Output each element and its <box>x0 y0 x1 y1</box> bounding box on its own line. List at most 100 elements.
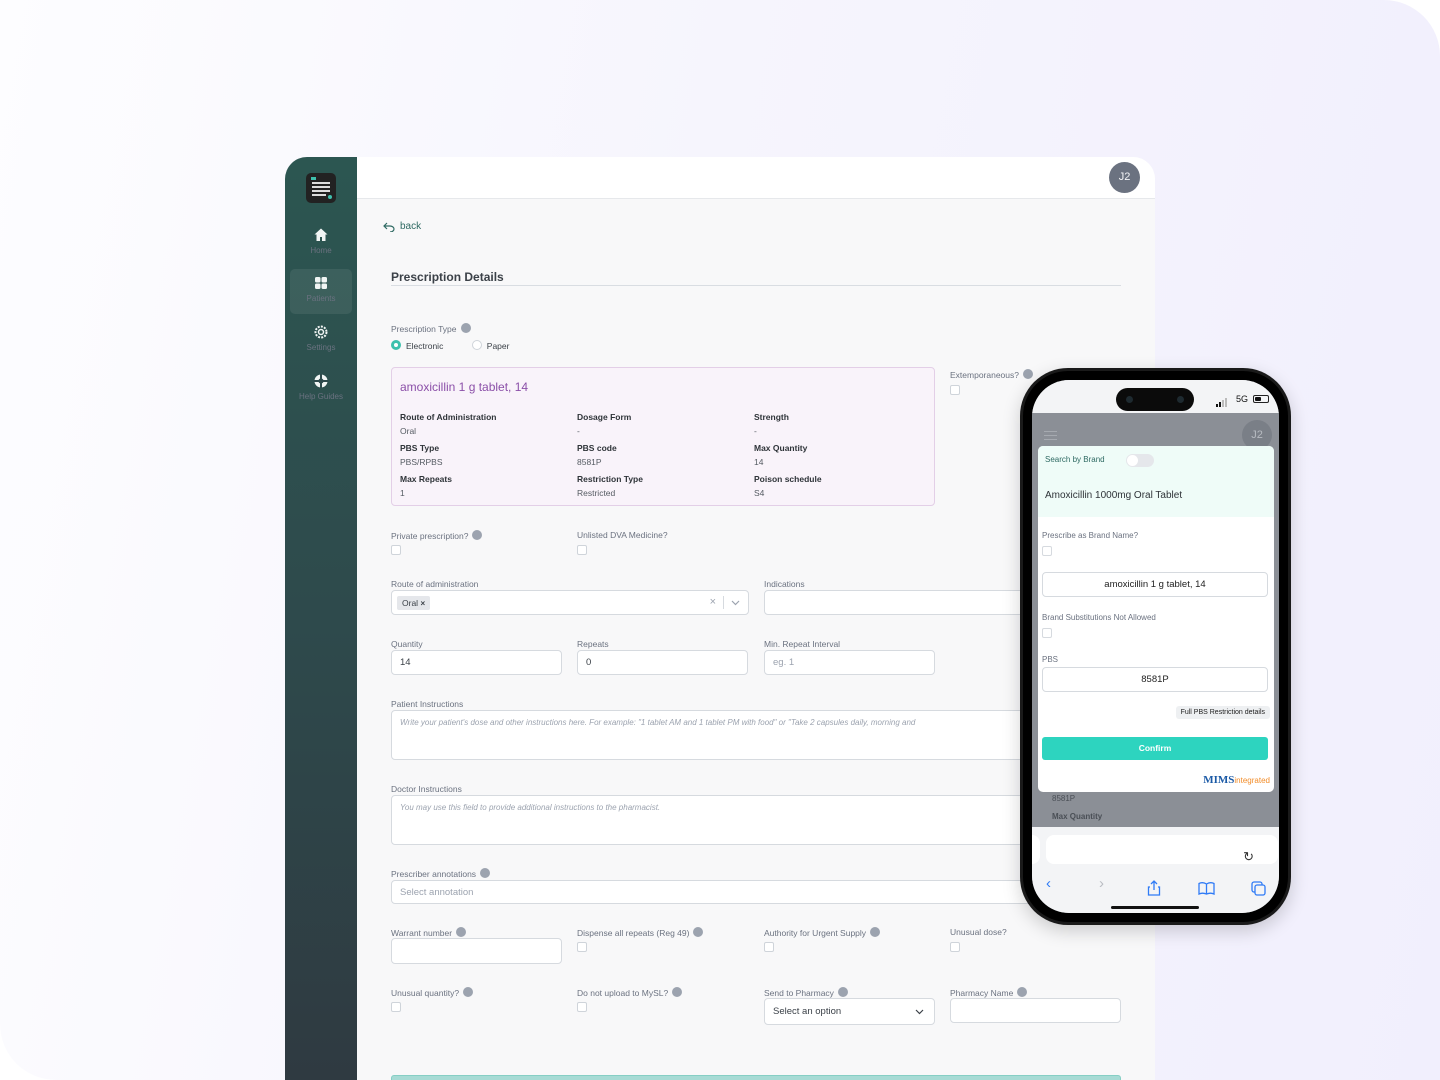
unlisted-dva-checkbox[interactable] <box>577 545 587 555</box>
radio-paper[interactable] <box>471 340 482 350</box>
address-bar[interactable]: ↻ <box>1046 835 1278 864</box>
info-icon[interactable] <box>693 927 704 937</box>
drug-field[interactable]: amoxicillin 1 g tablet, 14 <box>1042 572 1268 597</box>
extemporaneous-label: Extemporaneous? <box>950 369 1033 380</box>
sidebar-item-help-guides[interactable]: Help Guides <box>290 367 352 412</box>
grid-icon <box>315 277 327 289</box>
clear-icon[interactable]: × <box>710 596 716 608</box>
unusual-dose-label: Unusual dose? <box>950 927 1007 937</box>
detail-restriction-type: Restriction Type Restricted <box>577 474 643 498</box>
prescription-type-radio-group: Electronic Paper <box>391 336 533 354</box>
background-pbs-code: 8581P <box>1052 794 1076 803</box>
warrant-label: Warrant number <box>391 927 467 938</box>
prescription-type-label: Prescription Type <box>391 323 471 334</box>
signal-icon <box>1216 398 1227 407</box>
no-upload-checkbox[interactable] <box>577 1002 587 1012</box>
patient-instructions-label: Patient Instructions <box>391 699 464 709</box>
menu-icon[interactable] <box>1044 431 1057 443</box>
pbs-label: PBS <box>1042 655 1059 664</box>
gear-icon <box>314 325 328 339</box>
info-icon[interactable] <box>1017 987 1028 997</box>
pbs-details-button[interactable]: Full PBS Restriction details <box>1175 706 1270 719</box>
back-icon[interactable]: ‹ <box>1046 875 1051 892</box>
quantity-input[interactable]: 14 <box>391 650 562 675</box>
tabs-icon[interactable] <box>1251 881 1266 896</box>
info-icon[interactable] <box>480 868 491 878</box>
annotations-select[interactable]: Select annotation <box>391 880 1031 904</box>
detail-pbs-type: PBS Type PBS/RPBS <box>400 443 443 467</box>
share-icon[interactable] <box>1147 880 1161 896</box>
sidebar-item-label: Home <box>310 246 332 255</box>
detail-max-quantity: Max Quantity 14 <box>754 443 808 467</box>
private-prescription-checkbox[interactable] <box>391 545 401 555</box>
forward-icon[interactable]: › <box>1099 875 1104 892</box>
indications-input[interactable] <box>764 590 1024 615</box>
back-arrow-icon <box>383 222 395 232</box>
home-icon <box>314 228 328 241</box>
browser-toolbar: ↻ ‹ › <box>1032 827 1279 913</box>
prescription-logo[interactable] <box>306 173 336 203</box>
unusual-dose-checkbox[interactable] <box>950 942 960 952</box>
info-icon[interactable] <box>672 987 683 997</box>
confirm-button[interactable]: Confirm <box>1042 737 1268 760</box>
repeats-label: Repeats <box>577 639 609 649</box>
info-icon[interactable] <box>472 530 483 540</box>
chevron-down-icon[interactable] <box>731 600 740 606</box>
sidebar-item-patients[interactable]: Patients <box>290 269 352 314</box>
unlisted-dva-label: Unlisted DVA Medicine? <box>577 530 668 540</box>
remove-tag-icon[interactable]: × <box>420 599 425 608</box>
divider <box>391 285 1121 286</box>
bookmarks-icon[interactable] <box>1198 882 1215 895</box>
dispense-all-label: Dispense all repeats (Reg 49) <box>577 927 704 938</box>
lifebuoy-icon <box>314 374 328 388</box>
previous-tab[interactable] <box>1032 835 1040 864</box>
brand-subs-checkbox[interactable] <box>1042 628 1052 638</box>
brand-name-checkbox[interactable] <box>1042 546 1052 556</box>
info-icon[interactable] <box>460 323 471 333</box>
detail-route: Route of Administration Oral <box>400 412 497 436</box>
sidebar-item-home[interactable]: Home <box>290 221 352 266</box>
search-by-brand-toggle[interactable] <box>1126 454 1154 467</box>
top-bar: J2 <box>357 157 1155 199</box>
phone-mockup: 5G J2 8581P Max Quantity Search by Brand… <box>1020 368 1291 925</box>
pharmacy-name-input[interactable] <box>950 998 1121 1023</box>
submit-button[interactable] <box>391 1075 1121 1080</box>
battery-icon <box>1253 395 1269 403</box>
detail-dosage-form: Dosage Form - <box>577 412 632 436</box>
patient-instructions-textarea[interactable]: Write your patient's dose and other inst… <box>391 710 1031 760</box>
info-icon[interactable] <box>870 927 881 937</box>
quantity-label: Quantity <box>391 639 423 649</box>
dispense-all-checkbox[interactable] <box>577 942 587 952</box>
repeats-input[interactable]: 0 <box>577 650 748 675</box>
detail-strength: Strength - <box>754 412 789 436</box>
back-link[interactable]: back <box>383 221 421 232</box>
status-bar: 5G <box>1032 380 1279 413</box>
send-pharmacy-select[interactable]: Select an option <box>764 998 935 1025</box>
info-icon[interactable] <box>837 987 848 997</box>
reload-icon[interactable]: ↻ <box>1243 849 1254 865</box>
urgent-supply-checkbox[interactable] <box>764 942 774 952</box>
min-repeat-input[interactable]: eg. 1 <box>764 650 935 675</box>
unusual-quantity-checkbox[interactable] <box>391 1002 401 1012</box>
min-repeat-label: Min. Repeat Interval <box>764 639 841 649</box>
brand-modal: Search by Brand Amoxicillin 1000mg Oral … <box>1038 446 1274 792</box>
doctor-instructions-textarea[interactable]: You may use this field to provide additi… <box>391 795 1031 845</box>
brand-subs-label: Brand Substitutions Not Allowed <box>1042 613 1156 622</box>
page-title: Prescription Details <box>391 270 504 284</box>
avatar[interactable]: J2 <box>1109 162 1140 193</box>
warrant-input[interactable] <box>391 938 562 964</box>
extemporaneous-checkbox[interactable] <box>950 385 960 395</box>
info-icon[interactable] <box>463 987 474 997</box>
radio-electronic[interactable] <box>391 340 401 350</box>
back-label: back <box>400 221 422 232</box>
sidebar-item-label: Settings <box>306 343 336 352</box>
route-select[interactable]: Oral × × <box>391 590 749 615</box>
indications-label: Indications <box>764 579 805 589</box>
doctor-instructions-label: Doctor Instructions <box>391 784 462 794</box>
no-upload-label: Do not upload to MySL? <box>577 987 683 998</box>
info-icon[interactable] <box>456 927 467 937</box>
pbs-field[interactable]: 8581P <box>1042 667 1268 692</box>
product-name: Amoxicillin 1000mg Oral Tablet <box>1045 490 1183 501</box>
info-icon[interactable] <box>1023 369 1033 379</box>
sidebar-item-settings[interactable]: Settings <box>290 318 352 363</box>
